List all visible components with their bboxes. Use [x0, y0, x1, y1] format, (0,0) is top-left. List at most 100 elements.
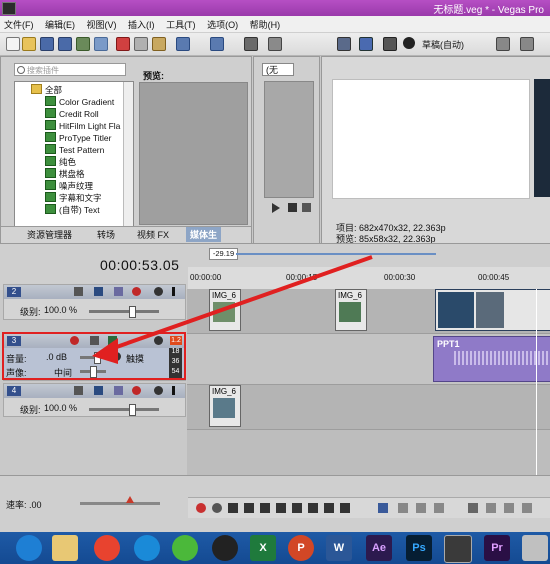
lock-envelopes-icon[interactable]: [416, 503, 426, 513]
tree-item[interactable]: 噪声纹理: [45, 180, 93, 192]
loop-icon[interactable]: [212, 503, 222, 513]
level-slider[interactable]: [89, 404, 159, 416]
tree-item[interactable]: 纯色: [45, 156, 76, 168]
composite-icon[interactable]: [114, 386, 123, 395]
tab-explorer[interactable]: 资源管理器: [27, 228, 72, 241]
automation-icon[interactable]: [132, 287, 141, 296]
open-folder-icon[interactable]: [22, 37, 36, 51]
powerpoint-icon[interactable]: P: [288, 535, 314, 561]
cut-icon[interactable]: [116, 37, 130, 51]
fx-icon[interactable]: [94, 386, 103, 395]
tree-scrollbar[interactable]: [123, 82, 133, 232]
save-icon[interactable]: [40, 37, 54, 51]
play-from-start-icon[interactable]: [228, 503, 238, 513]
render-icon[interactable]: [76, 37, 90, 51]
wechat-icon[interactable]: [172, 535, 198, 561]
premiere-icon[interactable]: Pr: [484, 535, 510, 561]
copy-icon[interactable]: [134, 37, 148, 51]
track-2-header[interactable]: 2 级别: 100.0 %: [3, 284, 186, 320]
preview-props-icon[interactable]: [337, 37, 351, 51]
tree-root[interactable]: 全部: [31, 84, 62, 96]
track-4-header[interactable]: 4 级别: 100.0 %: [3, 383, 186, 417]
pause-icon[interactable]: [260, 503, 270, 513]
solo-icon[interactable]: [172, 287, 175, 296]
envelope-tool-icon[interactable]: [268, 37, 282, 51]
fx-icon[interactable]: [94, 287, 103, 296]
menu-file[interactable]: 文件(F): [0, 16, 39, 31]
app-360-icon[interactable]: [94, 535, 120, 561]
tree-item[interactable]: 棋盘格: [45, 168, 85, 180]
tree-item[interactable]: Credit Roll: [45, 108, 99, 119]
app-extra-icon[interactable]: [522, 535, 548, 561]
stop-icon[interactable]: [288, 203, 297, 212]
preview-quality-dropdown[interactable]: 草稿(自动): [422, 38, 464, 51]
redo-icon[interactable]: [210, 37, 224, 51]
vegas-icon[interactable]: [444, 535, 472, 563]
overlay-icon[interactable]: [403, 37, 415, 49]
next-icon[interactable]: [302, 203, 311, 212]
video-clip[interactable]: IMG_6: [209, 385, 241, 427]
edit-tool-icon[interactable]: [244, 37, 258, 51]
after-effects-icon[interactable]: Ae: [366, 535, 392, 561]
copy-snapshot-icon[interactable]: [520, 37, 534, 51]
snap-icon[interactable]: [378, 503, 388, 513]
excel-icon[interactable]: X: [250, 535, 276, 561]
ignore-grouping-icon[interactable]: [434, 503, 444, 513]
tab-video-fx[interactable]: 视频 FX: [137, 228, 169, 241]
motion-icon[interactable]: [74, 287, 83, 296]
next-frame-icon[interactable]: [340, 503, 350, 513]
tree-item[interactable]: Test Pattern: [45, 144, 104, 155]
browser-icon[interactable]: [16, 535, 42, 561]
photoshop-icon[interactable]: Ps: [406, 535, 432, 561]
plugin-search-input[interactable]: 搜索插件: [14, 63, 126, 76]
snapshot-icon[interactable]: [496, 37, 510, 51]
word-icon[interactable]: W: [326, 535, 352, 561]
menu-insert[interactable]: 插入(I): [124, 16, 160, 31]
rate-marker-icon[interactable]: [126, 496, 134, 503]
record-icon[interactable]: [196, 503, 206, 513]
go-to-end-icon[interactable]: [308, 503, 318, 513]
composite-icon[interactable]: [114, 287, 123, 296]
menu-options[interactable]: 选项(O): [203, 16, 243, 31]
tree-item[interactable]: 字幕和文字: [45, 192, 102, 204]
play-icon[interactable]: [272, 203, 280, 213]
trim-start-icon[interactable]: [504, 503, 514, 513]
video-clip[interactable]: IMG_6: [335, 289, 367, 331]
playhead-cursor[interactable]: [536, 289, 537, 475]
menu-tools[interactable]: 工具(T): [162, 16, 201, 31]
split-screen-icon[interactable]: [383, 37, 397, 51]
properties-icon[interactable]: [94, 37, 108, 51]
go-to-start-icon[interactable]: [292, 503, 302, 513]
tab-transitions[interactable]: 转场: [97, 228, 115, 241]
trim-end-icon[interactable]: [522, 503, 532, 513]
mute-icon[interactable]: [154, 386, 163, 395]
external-monitor-icon[interactable]: [359, 37, 373, 51]
tree-item[interactable]: ProType Titler: [45, 132, 111, 143]
mute-icon[interactable]: [154, 287, 163, 296]
trim-icon[interactable]: [486, 503, 496, 513]
tree-item[interactable]: Color Gradient: [45, 96, 114, 107]
time-ruler[interactable]: 00:00:00 00:00:15 00:00:30 00:00:45: [188, 267, 550, 290]
loop-region-marker[interactable]: -29.19: [209, 248, 238, 260]
loop-region-bar[interactable]: [236, 253, 436, 255]
motion-icon[interactable]: [74, 386, 83, 395]
menu-help[interactable]: 帮助(H): [246, 16, 286, 31]
audio-clip[interactable]: PPT1: [433, 336, 550, 382]
video-clip[interactable]: IMG_6: [209, 289, 241, 331]
qq-icon[interactable]: [212, 535, 238, 561]
auto-ripple-icon[interactable]: [398, 503, 408, 513]
trimmer-select[interactable]: (无: [262, 63, 294, 76]
rate-slider[interactable]: [80, 502, 160, 505]
automation-icon[interactable]: [132, 386, 141, 395]
file-explorer-icon[interactable]: [52, 535, 78, 561]
menu-view[interactable]: 视图(V): [83, 16, 122, 31]
video-clip[interactable]: [435, 289, 550, 331]
app-k-icon[interactable]: [134, 535, 160, 561]
tab-media-generators[interactable]: 媒体生: [186, 227, 222, 242]
tree-item[interactable]: HitFilm Light Fla: [45, 120, 120, 131]
new-file-icon[interactable]: [6, 37, 20, 51]
menu-edit[interactable]: 编辑(E): [41, 16, 80, 31]
prev-frame-icon[interactable]: [324, 503, 334, 513]
stop-icon[interactable]: [276, 503, 286, 513]
paste-icon[interactable]: [152, 37, 166, 51]
